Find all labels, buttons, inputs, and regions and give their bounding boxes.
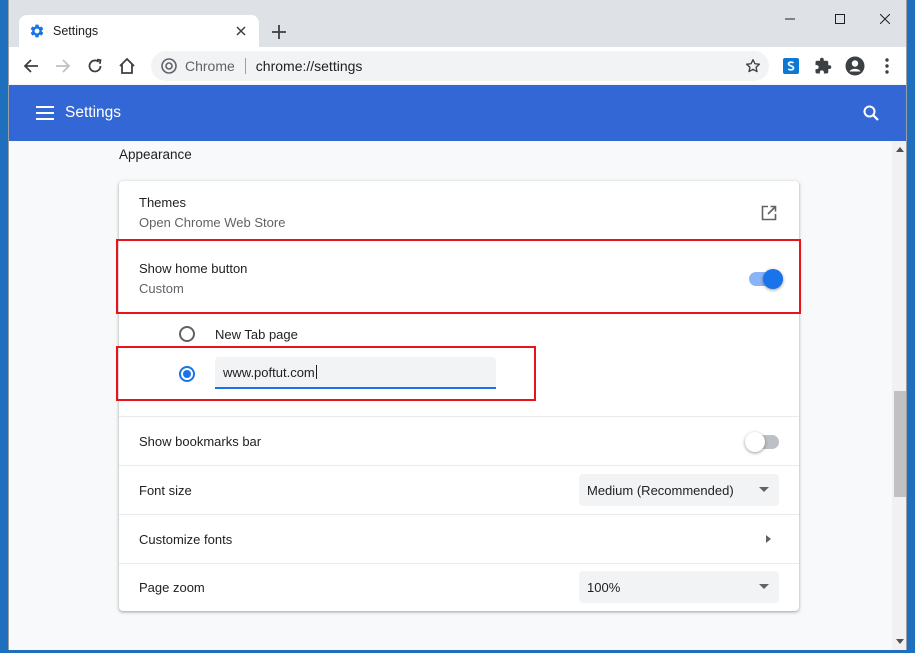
themes-sublabel: Open Chrome Web Store (139, 215, 286, 230)
highlight-custom-url (116, 346, 536, 401)
bookmarks-bar-toggle[interactable] (745, 432, 779, 452)
dropdown-arrow-icon (759, 487, 769, 492)
maximize-button[interactable] (817, 0, 863, 38)
back-arrow-icon[interactable] (19, 54, 43, 78)
bookmarks-bar-row[interactable]: Show bookmarks bar (119, 416, 799, 465)
chrome-logo-icon (161, 58, 177, 74)
font-size-select[interactable]: Medium (Recommended) (579, 474, 779, 506)
hamburger-menu-icon[interactable] (33, 101, 57, 125)
omnibox-url[interactable]: chrome://settings (256, 58, 363, 74)
scroll-down-icon[interactable] (896, 639, 904, 644)
font-size-value: Medium (Recommended) (587, 483, 734, 498)
highlight-home-button (116, 239, 801, 314)
page-zoom-value: 100% (587, 580, 621, 595)
open-in-new-icon[interactable] (761, 205, 777, 221)
new-tab-button[interactable] (267, 20, 291, 44)
gear-icon (29, 23, 45, 39)
settings-header: Settings (9, 85, 906, 141)
new-tab-label: New Tab page (215, 327, 298, 342)
customize-fonts-label: Customize fonts (139, 532, 233, 547)
toggle-knob (745, 432, 765, 452)
tab-strip: Settings (9, 0, 906, 47)
forward-arrow-icon[interactable] (51, 54, 75, 78)
dropdown-arrow-icon (759, 584, 769, 589)
customize-fonts-row[interactable]: Customize fonts (119, 514, 799, 563)
omnibox-chip: Chrome (185, 58, 235, 74)
more-vert-icon[interactable] (875, 54, 899, 78)
new-tab-radio[interactable] (179, 326, 195, 342)
scroll-up-icon[interactable] (896, 147, 904, 152)
omnibox-separator (244, 58, 246, 74)
chrome-window: Settings Chrome chrome://settings Settin… (8, 0, 907, 650)
section-title-appearance: Appearance (119, 147, 192, 162)
toolbar: Chrome chrome://settings (9, 47, 906, 85)
extensions-puzzle-icon[interactable] (811, 54, 835, 78)
settings-content: Appearance Themes Open Chrome Web Store … (9, 141, 892, 650)
scrollbar-thumb[interactable] (894, 391, 906, 497)
minimize-button[interactable] (767, 0, 813, 38)
reload-icon[interactable] (83, 54, 107, 78)
page-zoom-row: Page zoom 100% (119, 563, 799, 611)
font-size-label: Font size (139, 483, 192, 498)
page-zoom-label: Page zoom (139, 580, 205, 595)
tab-settings[interactable]: Settings (19, 15, 259, 47)
bookmarks-bar-label: Show bookmarks bar (139, 434, 262, 449)
home-icon[interactable] (115, 54, 139, 78)
star-icon[interactable] (745, 58, 761, 74)
close-icon[interactable] (233, 23, 249, 39)
window-close-button[interactable] (862, 0, 906, 38)
themes-row[interactable]: Themes Open Chrome Web Store (119, 181, 799, 239)
profile-avatar-icon[interactable] (843, 54, 867, 78)
themes-label: Themes (139, 195, 186, 210)
page-zoom-select[interactable]: 100% (579, 571, 779, 603)
chevron-right-icon (766, 535, 771, 543)
font-size-row: Font size Medium (Recommended) (119, 465, 799, 514)
omnibox[interactable]: Chrome chrome://settings (151, 51, 769, 81)
settings-title: Settings (65, 104, 122, 121)
search-icon[interactable] (860, 102, 882, 124)
tab-title: Settings (53, 24, 99, 38)
skype-extension-icon[interactable] (779, 54, 803, 78)
vertical-scrollbar[interactable] (892, 141, 906, 650)
